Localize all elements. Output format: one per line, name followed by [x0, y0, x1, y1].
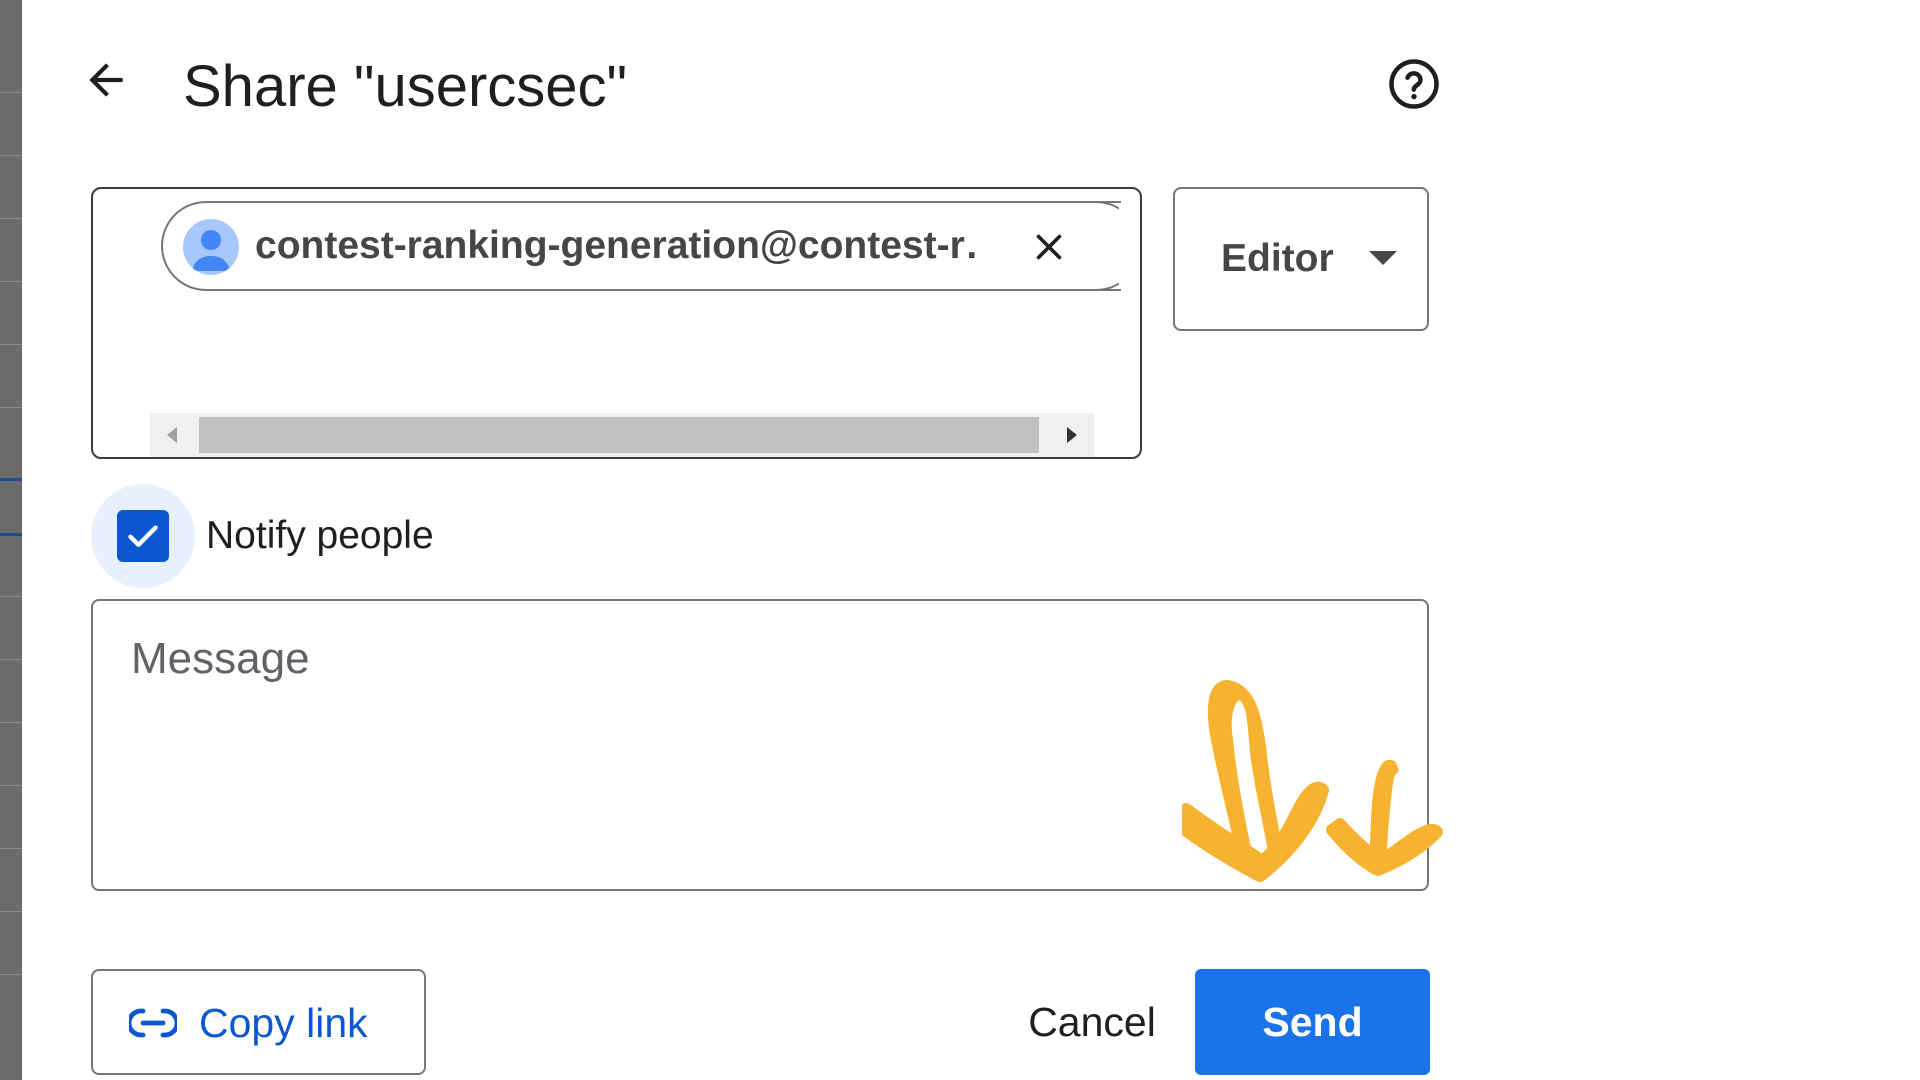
recipient-chip[interactable]: contest-ranking-generation@contest-r… [161, 201, 1121, 291]
scroll-left-button[interactable] [150, 413, 194, 457]
grid-line [0, 722, 22, 723]
person-icon [192, 230, 230, 271]
grid-line [0, 911, 22, 912]
page: Share "usercsec" contest-ranking-generat… [0, 0, 1920, 1080]
share-dialog: Share "usercsec" contest-ranking-generat… [22, 0, 1920, 1080]
avatar [183, 219, 239, 275]
grid-line [0, 281, 22, 282]
role-dropdown-label: Editor [1221, 237, 1334, 280]
role-dropdown[interactable]: Editor [1173, 187, 1429, 331]
selection-line [0, 478, 22, 481]
recipient-chip-edge [1093, 201, 1119, 291]
grid-line [0, 92, 22, 93]
link-icon [129, 1008, 177, 1038]
grid-line [0, 407, 22, 408]
grid-line [0, 344, 22, 345]
notify-people-checkbox[interactable] [117, 510, 169, 562]
cancel-button[interactable]: Cancel [1002, 969, 1182, 1075]
grid-line [0, 596, 22, 597]
remove-recipient-button[interactable] [1023, 221, 1075, 273]
scroll-right-button[interactable] [1050, 413, 1094, 457]
message-box [91, 599, 1429, 891]
triangle-left-icon [167, 427, 177, 443]
grid-line [0, 659, 22, 660]
help-circle-icon [1389, 59, 1439, 109]
send-button[interactable]: Send [1195, 969, 1430, 1075]
selection-line [0, 533, 22, 536]
caret-down-icon [1369, 251, 1397, 265]
grid-line [0, 218, 22, 219]
horizontal-scrollbar[interactable] [150, 413, 1094, 457]
back-button[interactable] [74, 48, 138, 112]
background-spreadsheet-edge [0, 0, 22, 1080]
triangle-right-icon [1067, 427, 1077, 443]
recipients-input[interactable]: contest-ranking-generation@contest-r… [91, 187, 1142, 459]
recipient-chip-label: contest-ranking-generation@contest-r… [255, 224, 975, 267]
checkmark-icon [128, 525, 158, 547]
message-input[interactable] [131, 631, 1371, 861]
scrollbar-thumb[interactable] [199, 417, 1039, 453]
grid-line [0, 974, 22, 975]
grid-line [0, 785, 22, 786]
help-button[interactable] [1384, 54, 1444, 114]
grid-line [0, 155, 22, 156]
notify-people-label: Notify people [206, 514, 434, 557]
dialog-title: Share "usercsec" [183, 54, 628, 119]
copy-link-button[interactable]: Copy link [91, 969, 426, 1075]
close-icon [1036, 234, 1062, 260]
copy-link-label: Copy link [199, 1000, 368, 1046]
arrow-left-icon [89, 63, 123, 97]
grid-line [0, 848, 22, 849]
